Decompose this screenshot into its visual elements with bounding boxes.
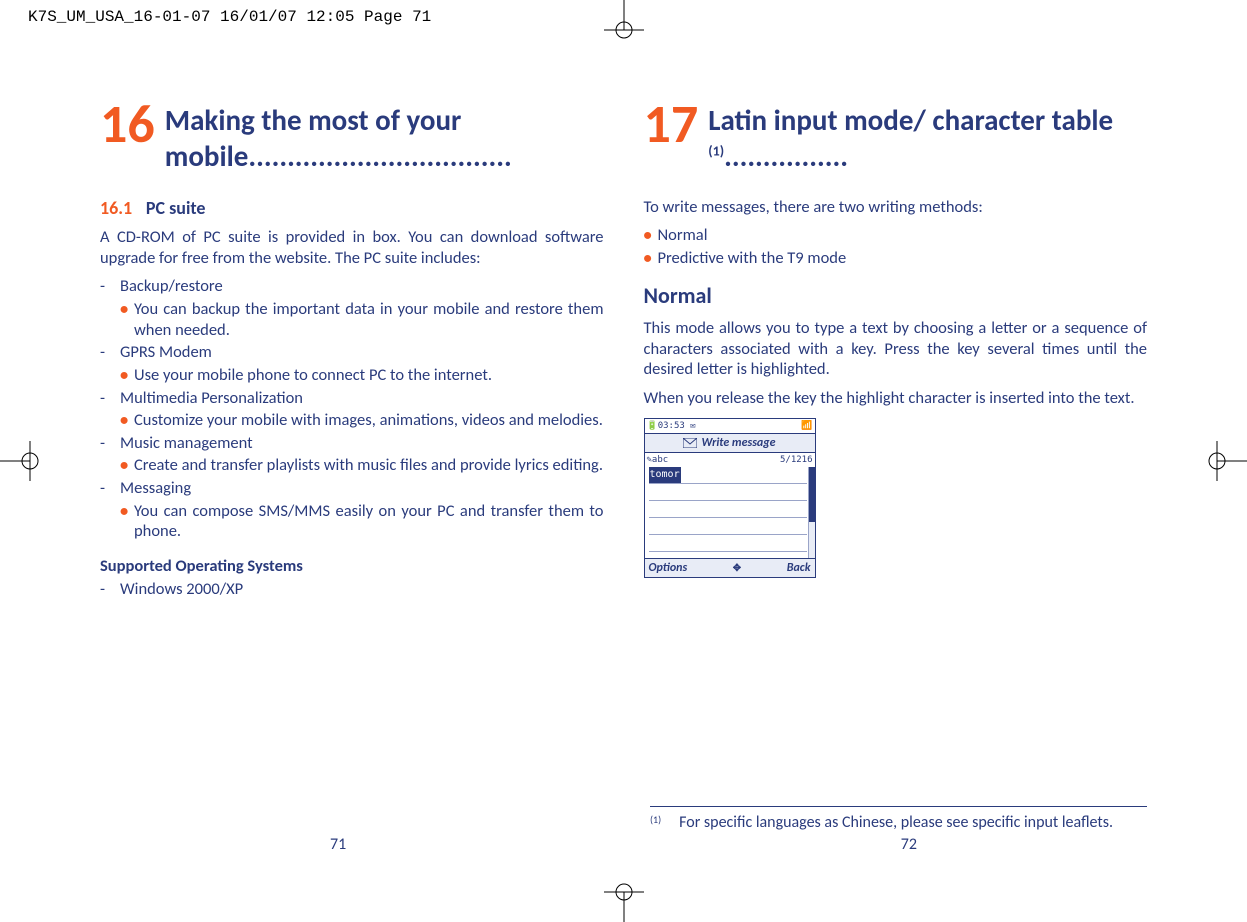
dpad-icon: ✥ — [733, 562, 741, 575]
phone-title-text: Write message — [701, 436, 775, 451]
list-subitem: •Customize your mobile with images, anim… — [120, 410, 604, 431]
list-item-head: Multimedia Personalization — [120, 388, 303, 409]
footnote-mark: (1) — [650, 813, 661, 832]
list-item-head: GPRS Modem — [120, 342, 212, 363]
list-item: -Music management — [100, 433, 604, 454]
chapter-17-heading: 17 Latin input mode/ character table (1)… — [644, 100, 1148, 175]
envelope-icon — [683, 438, 697, 448]
phone-mode-indicator: abc — [652, 455, 668, 465]
supported-os-heading: Supported Operating Systems — [100, 556, 604, 577]
chapter-16-heading: 16 Making the most of your mobile.......… — [100, 100, 604, 175]
chapter-title: Making the most of your mobile..........… — [165, 100, 604, 175]
method-text: Predictive with the T9 mode — [658, 248, 847, 269]
list-item-head: Backup/restore — [120, 276, 223, 297]
paragraph: This mode allows you to type a text by c… — [644, 318, 1148, 380]
crop-mark-top — [594, 0, 654, 40]
chapter-title-dots: ................ — [724, 138, 848, 174]
chapter-number: 16 — [100, 100, 155, 149]
chapter-number: 17 — [644, 100, 699, 149]
list-item-head: Messaging — [120, 478, 191, 499]
chapter-title-sup: (1) — [708, 143, 724, 160]
section-title: PC suite — [146, 197, 206, 219]
phone-status-bar: 🔋03:53 ✉ 📶 — [645, 419, 815, 433]
paragraph: When you release the key the highlight c… — [644, 388, 1148, 409]
list-subitem: •You can compose SMS/MMS easily on your … — [120, 501, 604, 542]
list-item: -Messaging — [100, 478, 604, 499]
list-subitem: •Use your mobile phone to connect PC to … — [120, 365, 604, 386]
phone-typed-text: tomor — [649, 467, 681, 483]
list-item-head: Music management — [120, 433, 253, 454]
crop-mark-left — [0, 431, 40, 491]
crop-mark-right — [1207, 431, 1247, 491]
crop-mark-bottom — [594, 882, 654, 922]
list-subitem-text: You can compose SMS/MMS easily on your P… — [134, 501, 604, 542]
supported-os-item: -Windows 2000/XP — [100, 579, 604, 600]
normal-subheading: Normal — [644, 282, 1148, 310]
list-subitem-text: Customize your mobile with images, anima… — [134, 410, 604, 431]
phone-screenshot: 🔋03:53 ✉ 📶 Write message ✎abc 5/1216 tom… — [644, 418, 816, 578]
method-item: •Predictive with the T9 mode — [644, 248, 1148, 269]
page-number-left: 71 — [330, 835, 346, 854]
chapter-title: Latin input mode/ character table (1)...… — [708, 100, 1147, 175]
phone-title-bar: Write message — [645, 433, 815, 453]
signal-icon: 📶 — [801, 421, 812, 432]
phone-softkey-right: Back — [787, 561, 811, 576]
footnote-text: For specific languages as Chinese, pleas… — [679, 813, 1113, 832]
list-item: -Multimedia Personalization — [100, 388, 604, 409]
phone-info-row: ✎abc 5/1216 — [645, 453, 815, 467]
list-subitem: •You can backup the important data in yo… — [120, 299, 604, 340]
list-item: -Backup/restore — [100, 276, 604, 297]
method-item: •Normal — [644, 225, 1148, 246]
section-number: 16.1 — [100, 197, 132, 219]
right-page: 17 Latin input mode/ character table (1)… — [644, 100, 1148, 601]
phone-char-count: 5/1216 — [780, 455, 813, 466]
phone-softkey-bar: Options ✥ Back — [645, 558, 815, 577]
section-16.1-heading: 16.1 PC suite — [100, 197, 604, 220]
phone-text-area: tomor — [645, 467, 815, 558]
supported-os-text: Windows 2000/XP — [120, 579, 243, 600]
phone-softkey-left: Options — [649, 561, 688, 576]
footnote-block: (1) For specific languages as Chinese, p… — [650, 806, 1147, 832]
chapter-title-text: Latin input mode/ character table — [708, 102, 1113, 138]
list-subitem-text: Use your mobile phone to connect PC to t… — [134, 365, 604, 386]
phone-scrollbar — [808, 467, 815, 558]
list-subitem-text: Create and transfer playlists with music… — [134, 455, 604, 476]
intro-paragraph: A CD-ROM of PC suite is provided in box.… — [100, 227, 604, 268]
phone-time: 03:53 — [658, 421, 685, 431]
list-subitem: •Create and transfer playlists with musi… — [120, 455, 604, 476]
print-header: K7S_UM_USA_16-01-07 16/01/07 12:05 Page … — [28, 8, 431, 26]
page-number-right: 72 — [901, 835, 917, 854]
method-text: Normal — [658, 225, 708, 246]
list-subitem-text: You can backup the important data in you… — [134, 299, 604, 340]
intro-paragraph: To write messages, there are two writing… — [644, 197, 1148, 218]
list-item: -GPRS Modem — [100, 342, 604, 363]
left-page: 16 Making the most of your mobile.......… — [100, 100, 604, 601]
